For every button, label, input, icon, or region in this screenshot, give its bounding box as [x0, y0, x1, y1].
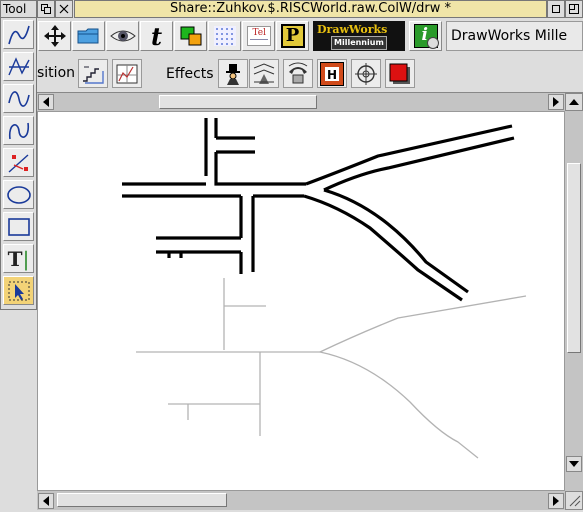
view-button[interactable]: [106, 21, 139, 51]
iconise-icon[interactable]: [547, 0, 565, 18]
path-edit-icon: [8, 153, 28, 173]
loop-tool-button[interactable]: [3, 116, 34, 145]
bottom-scroll-left-icon[interactable]: [38, 493, 54, 509]
perspective-button[interactable]: [249, 59, 279, 88]
curve-tool-button[interactable]: [3, 20, 34, 49]
window-title[interactable]: Share::Zuhkov.$.RISCWorld.raw.ColW/drw *: [74, 0, 547, 18]
centerline-group[interactable]: [136, 278, 527, 459]
map-drawing[interactable]: [38, 112, 564, 490]
graph-icon: [116, 64, 138, 83]
stairs-icon: [83, 66, 104, 84]
h-frame-icon: H: [320, 61, 344, 86]
polyline-icon: [7, 56, 30, 75]
hat-figure-icon: [226, 63, 240, 85]
graph-button[interactable]: [112, 59, 142, 88]
eye-icon: [109, 30, 136, 42]
folder-icon: [77, 28, 98, 44]
move-button[interactable]: [38, 21, 71, 51]
phone-icon: [288, 62, 308, 83]
scroll-up-icon[interactable]: [565, 93, 583, 111]
path-edit-tool-button[interactable]: [3, 148, 34, 177]
tool-palette-title: Tool: [0, 0, 37, 18]
red-square-button[interactable]: [385, 59, 415, 88]
select-arrow-icon: [8, 281, 29, 300]
phone-button[interactable]: [283, 59, 313, 88]
info-button[interactable]: i: [409, 21, 442, 51]
scroll-left-icon[interactable]: [38, 94, 54, 110]
road-outline-group[interactable]: [122, 118, 515, 302]
position-label: sition: [37, 65, 76, 81]
loop-icon: [8, 122, 29, 139]
ellipse-icon: [6, 185, 31, 204]
close-icon[interactable]: [55, 0, 73, 18]
curve-icon: [7, 25, 30, 44]
horizontal-scrollbar[interactable]: [37, 491, 565, 510]
drawworks-label: DrawWorks Mille: [446, 21, 583, 51]
move-icon: [43, 25, 66, 47]
toggle-size-icon[interactable]: [565, 0, 583, 18]
telephone-card-button[interactable]: Tel: [242, 21, 275, 51]
wave-icon: [7, 90, 30, 107]
rectangle-tool-button[interactable]: [3, 212, 34, 241]
hat-figure-button[interactable]: [218, 59, 248, 88]
toolbar-scroll-thumb[interactable]: [159, 95, 317, 109]
red-square-icon: [389, 63, 410, 84]
crosshair-button[interactable]: [351, 59, 381, 88]
rectangle-icon: [7, 217, 30, 236]
road-outline: [214, 176, 306, 186]
crosshair-icon: [355, 62, 377, 85]
colour-button[interactable]: [174, 21, 207, 51]
p-icon: P: [280, 24, 305, 48]
h-frame-button[interactable]: H: [317, 59, 347, 88]
centerline: [319, 351, 479, 459]
vertical-scroll-thumb[interactable]: [567, 163, 581, 353]
effects-label: Effects: [166, 66, 214, 82]
drawing-canvas[interactable]: [37, 111, 565, 491]
vertical-scrollbar[interactable]: [565, 111, 583, 491]
info-icon: i: [413, 24, 439, 49]
toolbar: t Tel P DrawWorks Millennium i DrawWorks…: [37, 18, 583, 93]
color-fill-icon: [180, 26, 201, 46]
text-tool-icon: T|: [7, 246, 30, 271]
select-tool-button[interactable]: [3, 276, 34, 305]
toolbar-scrollbar[interactable]: [37, 93, 565, 111]
road-outline: [303, 194, 463, 302]
text-style-button[interactable]: t: [140, 21, 173, 51]
tool-palette: T|: [0, 18, 37, 310]
scroll-down-icon[interactable]: [566, 456, 582, 472]
scroll-right-icon[interactable]: [548, 94, 564, 110]
horizontal-scroll-thumb[interactable]: [57, 493, 227, 507]
ellipse-tool-button[interactable]: [3, 180, 34, 209]
stairs-button[interactable]: [78, 59, 108, 88]
bottom-scroll-right-icon[interactable]: [548, 493, 564, 509]
polyline-tool-button[interactable]: [3, 52, 34, 81]
text-italic-icon: t: [150, 21, 163, 51]
road-outline: [323, 188, 469, 294]
p-button[interactable]: P: [276, 21, 309, 51]
text-tool-glyph: T: [7, 246, 23, 271]
perspective-icon: [253, 62, 275, 84]
road-outline: [305, 124, 513, 186]
text-tool-button[interactable]: T|: [3, 244, 34, 273]
wave-tool-button[interactable]: [3, 84, 34, 113]
grid-button[interactable]: [208, 21, 241, 51]
telephone-card-icon: Tel: [246, 26, 271, 46]
back-icon[interactable]: [37, 0, 55, 18]
open-folder-button[interactable]: [72, 21, 105, 51]
resize-grip-icon[interactable]: [565, 491, 583, 510]
centerline: [319, 295, 527, 353]
drawworks-logo[interactable]: DrawWorks Millennium: [313, 21, 405, 51]
grid-icon: [213, 26, 236, 46]
